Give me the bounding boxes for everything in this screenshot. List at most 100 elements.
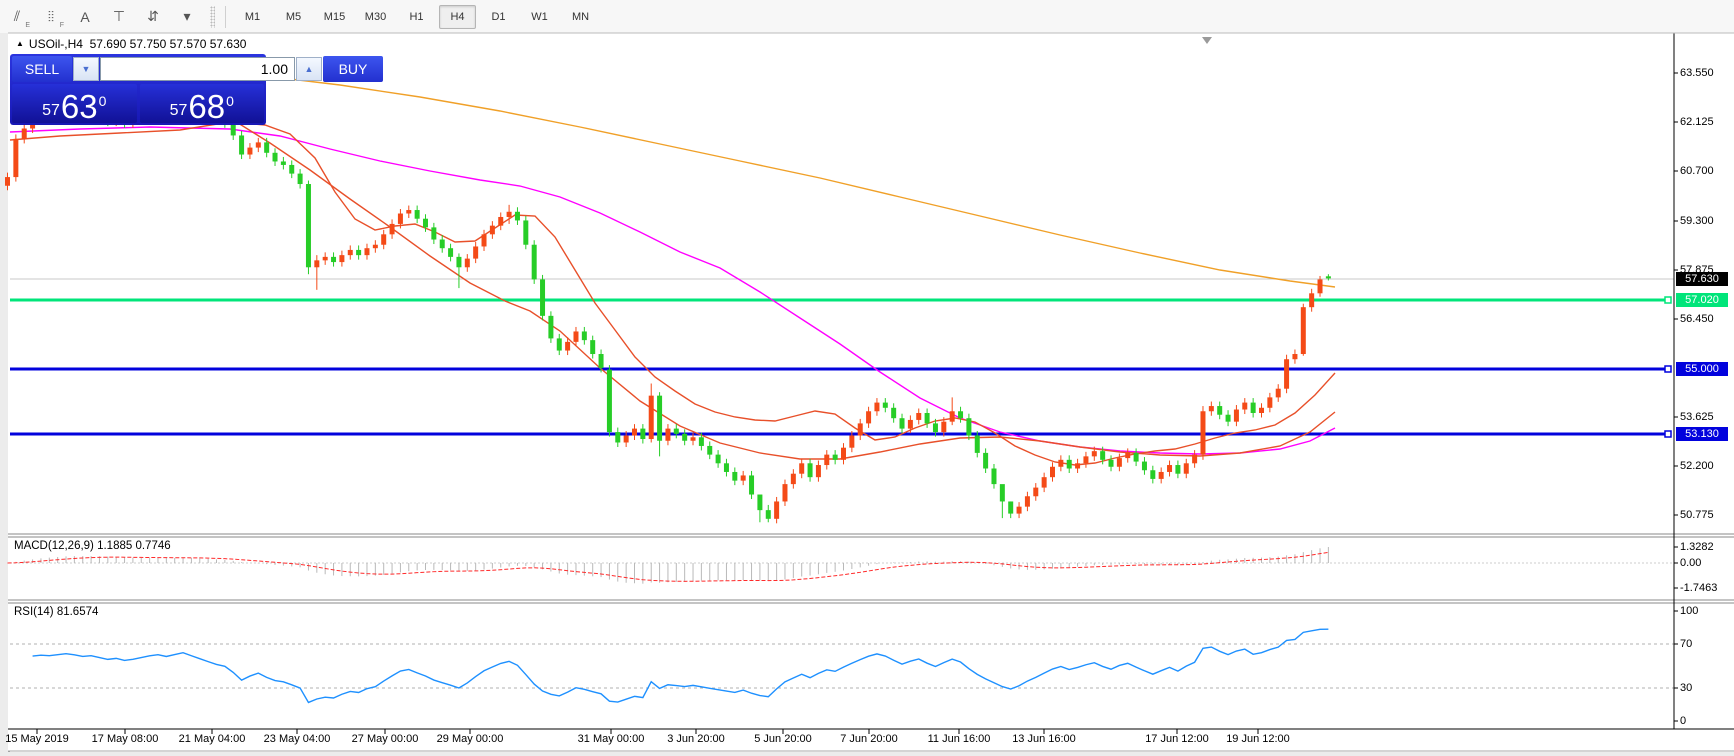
buy-price-prefix: 57 <box>169 102 188 119</box>
candle-body <box>715 454 721 464</box>
candle-body <box>657 395 663 441</box>
candle-body <box>239 135 245 155</box>
support-resistance-line-blue-1-handle[interactable] <box>1664 365 1672 373</box>
candle-body <box>924 412 930 424</box>
candle-body <box>305 184 311 268</box>
macd-axis-label: 0.00 <box>1680 557 1702 569</box>
candle-body <box>799 463 805 474</box>
candle-body <box>1167 465 1173 472</box>
candle-body <box>1250 402 1256 413</box>
candle-body <box>1041 477 1047 488</box>
candle-body <box>1325 276 1331 279</box>
candle-body <box>974 435 980 453</box>
candle-body <box>498 216 504 226</box>
candle-body <box>423 218 428 228</box>
candle-body <box>397 213 403 224</box>
candle-body <box>857 423 863 436</box>
buy-button[interactable]: BUY <box>323 56 383 82</box>
candle-body <box>389 223 395 235</box>
candle-body <box>916 412 922 420</box>
candle-body <box>815 465 821 478</box>
one-click-trading-panel: SELL ▼ ▲ BUY 57 63 0 57 68 0 <box>10 54 383 125</box>
candle-body <box>899 418 905 429</box>
candle-body <box>932 423 938 433</box>
candle-body <box>790 473 796 485</box>
hline-tag-blue-2: 53.130 <box>1676 427 1728 441</box>
candle-body <box>464 258 470 268</box>
sell-button[interactable]: SELL <box>12 56 72 82</box>
hline-tag-green: 57.020 <box>1676 293 1728 307</box>
candle-body <box>1125 452 1131 459</box>
time-axis-label: 19 Jun 12:00 <box>1226 733 1290 745</box>
hline-tag-blue-1: 55.000 <box>1676 362 1728 376</box>
volume-decrease-button[interactable]: ▼ <box>73 57 99 81</box>
candle-body <box>891 407 897 419</box>
support-resistance-line-green-handle[interactable] <box>1664 296 1672 304</box>
price-axis-label: 53.625 <box>1680 411 1714 423</box>
candle-body <box>356 249 362 256</box>
candle-body <box>1158 471 1164 479</box>
sell-price-prefix: 57 <box>42 102 60 119</box>
candle-body <box>1217 406 1223 415</box>
collapse-arrow-icon[interactable]: ▲ <box>16 39 24 48</box>
candle-body <box>297 173 303 185</box>
volume-input[interactable] <box>100 57 295 81</box>
candle-body <box>1108 459 1114 467</box>
candle-body <box>740 475 746 481</box>
price-axis-label: 52.200 <box>1680 460 1714 472</box>
rsi-axis-label: 0 <box>1680 715 1687 727</box>
buy-price-display[interactable]: 57 68 0 <box>139 84 264 125</box>
candle-body <box>406 210 412 214</box>
rsi-axis-label: 100 <box>1680 605 1699 617</box>
sell-price-display[interactable]: 57 63 0 <box>12 84 137 123</box>
candle-body <box>581 331 587 341</box>
candle-body <box>489 225 495 235</box>
candle-body <box>347 249 353 256</box>
price-axis-label: 50.775 <box>1680 509 1714 521</box>
rsi-axis-label: 30 <box>1680 682 1693 694</box>
time-axis-label: 17 Jun 12:00 <box>1145 733 1209 745</box>
chart-title: ▲ USOil-,H4 57.690 57.750 57.570 57.630 <box>16 37 246 51</box>
price-axis-label: 62.125 <box>1680 116 1714 128</box>
candle-body <box>322 256 328 261</box>
candle-body <box>941 421 947 433</box>
time-axis-label: 29 May 00:00 <box>436 733 504 745</box>
support-resistance-line-blue-2-handle[interactable] <box>1664 430 1672 438</box>
price-axis-label: 59.300 <box>1680 215 1714 227</box>
candle-body <box>1100 451 1106 460</box>
candle-body <box>1292 354 1298 360</box>
candle-body <box>448 248 454 257</box>
macd-indicator-label: MACD(12,26,9) 1.1885 0.7746 <box>14 540 171 552</box>
candle-body <box>314 260 320 268</box>
candle-body <box>230 123 236 136</box>
candle-body <box>841 447 846 460</box>
candle-body <box>1141 461 1147 471</box>
candle-body <box>456 256 462 268</box>
candle-body <box>556 338 562 351</box>
time-axis-label: 31 May 00:00 <box>577 733 645 745</box>
price-axis-label: 63.550 <box>1680 67 1714 79</box>
candle-body <box>1083 456 1089 464</box>
candle-body <box>5 177 10 186</box>
candle-body <box>431 227 437 240</box>
candle-body <box>481 234 487 247</box>
candle-body <box>531 244 537 280</box>
candle-body <box>439 239 445 249</box>
buy-price-big: 68 <box>188 87 226 125</box>
candle-body <box>606 369 612 433</box>
candle-body <box>1175 465 1181 474</box>
candle-body <box>1150 470 1156 479</box>
candle-body <box>849 435 855 448</box>
candle-body <box>280 161 286 165</box>
candle-body <box>690 437 696 441</box>
candle-body <box>1208 406 1214 412</box>
candle-body <box>1133 452 1139 462</box>
candle-body <box>1259 407 1264 413</box>
candle-body <box>548 315 554 339</box>
candle-body <box>774 501 780 519</box>
candle-body <box>966 418 972 436</box>
volume-increase-button[interactable]: ▲ <box>296 57 322 81</box>
candle-body <box>255 142 261 148</box>
candle-body <box>1192 454 1198 464</box>
candle-body <box>1091 451 1097 457</box>
